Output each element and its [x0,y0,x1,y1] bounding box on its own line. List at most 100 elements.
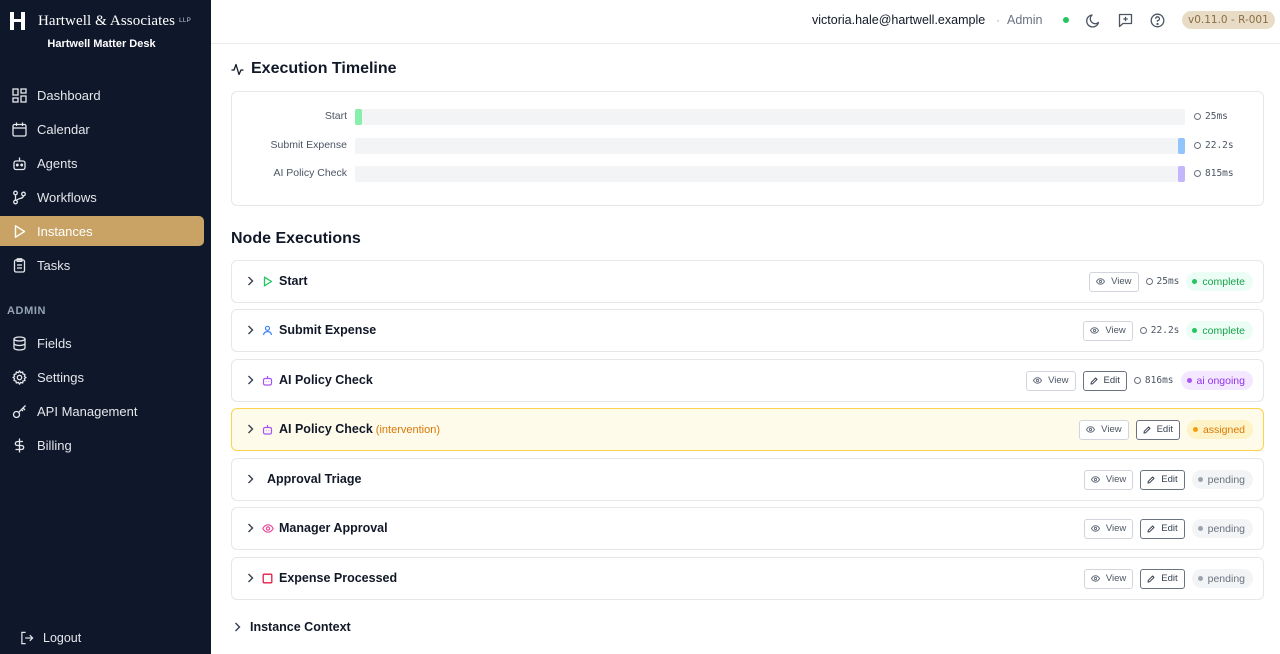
sidebar-item-label: Workflows [37,189,97,205]
node-row[interactable]: Manager Approval View Edit pending [231,507,1264,550]
view-button[interactable]: View [1083,320,1133,341]
eye-icon [1090,575,1100,582]
status-dot [1197,477,1203,482]
status-badge: pending [1191,569,1253,588]
chevron-right-icon[interactable] [244,473,256,485]
node-actions: View Edit pending [1083,469,1253,490]
pencil-icon [1147,525,1155,532]
moon-icon[interactable] [1084,11,1102,29]
brand-name: Hartwell & Associates [38,12,176,29]
chevron-right-icon[interactable] [244,275,256,287]
sidebar-item-calendar[interactable]: Calendar [0,114,204,144]
node-duration: 22.2s [1139,325,1179,336]
eye-icon [1090,525,1100,532]
node-row[interactable]: Start View 25ms complete [231,260,1264,303]
view-button[interactable]: View [1083,568,1134,589]
brand-suffix: LLP [179,18,192,24]
chevron-right-icon[interactable] [244,522,256,534]
node-name: Manager Approval [279,521,388,535]
node-note: (intervention) [375,424,440,436]
brand-logo-icon [10,12,28,30]
timeline-bar [1178,138,1185,154]
node-row[interactable]: AI Policy Check (intervention) View Edit ass… [231,408,1264,451]
logout-icon [18,629,36,647]
user-role: Admin [1007,13,1043,27]
sidebar-item-fields[interactable]: Fields [0,328,204,358]
view-button[interactable]: View [1026,370,1076,391]
sidebar-item-label: Billing [37,437,72,453]
sidebar-item-label: API Management [37,403,138,419]
view-button[interactable]: View [1079,419,1129,440]
node-row[interactable]: Expense Processed View Edit pending [231,557,1264,600]
robot-icon [261,423,274,436]
sidebar-item-label: Calendar [37,121,90,137]
edit-button[interactable]: Edit [1140,518,1185,539]
clock-icon [1194,170,1201,177]
node-executions-heading: Node Executions [231,230,361,247]
status-badge: complete [1186,272,1253,291]
eye-icon [1090,327,1100,334]
pencil-icon [1090,377,1098,384]
clock-icon [1194,142,1201,149]
edit-button[interactable]: Edit [1135,419,1180,440]
node-name: AI Policy Check (intervention) [279,422,440,436]
chevron-right-icon[interactable] [244,324,256,336]
sidebar-item-api-management[interactable]: API Management [0,396,204,426]
node-actions: View 22.2s complete [1083,320,1253,341]
topbar: victoria.hale@hartwell.example · Admin v… [211,0,1280,44]
view-button[interactable]: View [1089,271,1139,292]
chevron-right-icon[interactable] [244,572,256,584]
view-button[interactable]: View [1083,518,1134,539]
sidebar-item-tasks[interactable]: Tasks [0,250,204,280]
clipboard-icon [10,256,28,274]
status-dot [1192,328,1198,333]
node-actions: View Edit pending [1083,518,1253,539]
sidebar-item-agents[interactable]: Agents [0,148,204,178]
clock-icon [1145,278,1153,285]
calendar-icon [10,120,28,138]
node-row[interactable]: Approval Triage View Edit pending [231,458,1264,501]
user-icon [261,324,274,337]
sidebar-item-label: Settings [37,369,84,385]
timeline-label: Submit Expense [270,139,347,151]
edit-button[interactable]: Edit [1082,370,1127,391]
brand-subtitle: Hartwell Matter Desk [47,38,156,50]
timeline-row: Submit Expense 22.2s [232,136,1263,156]
node-actions: View 25ms complete [1089,271,1253,292]
execution-timeline-title: Execution Timeline [251,60,397,77]
node-name: Approval Triage [267,472,362,486]
node-row[interactable]: AI Policy Check View Edit 816ms ai ongoing [231,359,1264,402]
sidebar-item-billing[interactable]: Billing [0,430,204,460]
sidebar-item-workflows[interactable]: Workflows [0,182,204,212]
timeline-row: Start 25ms [232,107,1263,127]
help-icon[interactable] [1148,11,1166,29]
sidebar-item-settings[interactable]: Settings [0,362,204,392]
node-duration: 816ms [1133,375,1174,386]
node-name: Submit Expense [279,323,377,337]
version-badge: v0.11.0 - R-001 [1182,11,1275,29]
chevron-right-icon[interactable] [244,374,256,386]
database-icon [10,334,28,352]
sidebar-item-dashboard[interactable]: Dashboard [0,80,204,110]
timeline-bar [1178,166,1185,182]
node-row[interactable]: Submit Expense View 22.2s complete [231,309,1264,352]
instance-context-toggle[interactable]: Instance Context [231,620,351,634]
sidebar-item-label: Fields [37,335,72,351]
edit-button[interactable]: Edit [1140,568,1185,589]
timeline-row: AI Policy Check 815ms [232,164,1263,184]
feedback-icon[interactable] [1116,11,1134,29]
timeline-duration: 25ms [1194,111,1228,122]
sidebar-item-instances[interactable]: Instances [0,216,204,246]
sidebar-item-label: Instances [37,223,93,239]
pencil-icon [1143,426,1151,433]
status-badge: ai ongoing [1180,371,1253,390]
edit-button[interactable]: Edit [1140,469,1185,490]
brand: Hartwell & Associates LLP [10,12,191,30]
view-button[interactable]: View [1083,469,1134,490]
chevron-right-icon[interactable] [244,423,256,435]
logout-button[interactable]: Logout [18,629,81,647]
node-name: Start [279,274,308,288]
timeline-duration: 22.2s [1194,140,1234,151]
online-status-dot [1063,17,1069,23]
dollar-icon [10,436,28,454]
